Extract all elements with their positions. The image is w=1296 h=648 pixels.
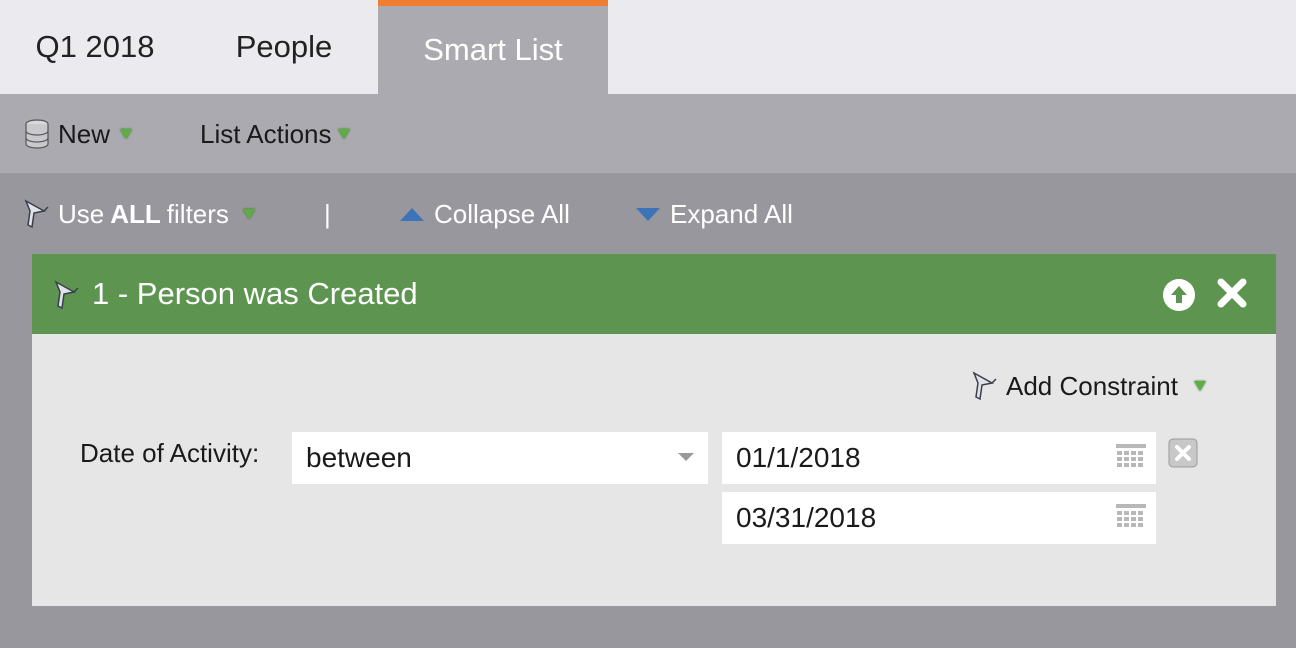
collapse-all-label: Collapse All [434, 198, 570, 229]
new-button-label: New [58, 118, 111, 149]
tab-q1-2018[interactable]: Q1 2018 [0, 0, 190, 94]
expand-all-button[interactable]: Expand All [636, 174, 793, 254]
expand-all-label: Expand All [670, 198, 793, 229]
chevron-down-icon [120, 129, 133, 139]
end-date-value: 03/31/2018 [736, 502, 877, 533]
tab-bar: Q1 2018 People Smart List [0, 0, 1296, 94]
database-icon [25, 119, 49, 149]
filter-card-header: 1 - Person was Created [32, 254, 1276, 334]
list-actions-label: List Actions [200, 118, 332, 149]
calendar-icon[interactable] [1116, 444, 1146, 472]
list-actions-button[interactable]: List Actions [200, 94, 350, 174]
end-date-input[interactable]: 03/31/2018 [722, 492, 1156, 544]
operator-select[interactable]: between [292, 432, 708, 484]
start-date-input[interactable]: 01/1/2018 [722, 432, 1156, 484]
chevron-down-icon [678, 453, 694, 461]
start-date-value: 01/1/2018 [736, 442, 861, 473]
remove-constraint-icon[interactable] [1168, 438, 1198, 468]
funnel-icon [972, 371, 997, 401]
new-button[interactable]: New [24, 94, 133, 174]
funnel-icon [54, 280, 79, 310]
close-icon[interactable] [1215, 276, 1249, 310]
date-of-activity-label: Date of Activity: [80, 438, 260, 468]
tab-smart-list[interactable]: Smart List [378, 0, 608, 94]
use-label: Use [58, 198, 105, 229]
funnel-icon [24, 199, 49, 229]
chevron-down-icon [242, 209, 255, 219]
arrow-up-circle-icon[interactable] [1163, 279, 1195, 311]
calendar-icon[interactable] [1116, 504, 1146, 532]
filters-label: filters [166, 198, 229, 229]
add-constraint-label: Add Constraint [1006, 370, 1178, 401]
filter-card: 1 - Person was Created Add Constraint Da… [32, 254, 1276, 606]
filter-title: 1 - Person was Created [92, 276, 418, 311]
triangle-up-icon [400, 207, 424, 221]
toolbar: New List Actions [0, 94, 1296, 174]
filter-bar: Use ALL filters | Collapse All Expand Al… [0, 174, 1296, 254]
use-all-filters-dropdown[interactable]: Use ALL filters [22, 174, 255, 254]
operator-value: between [306, 442, 412, 473]
separator: | [324, 198, 331, 229]
chevron-down-icon [337, 129, 350, 139]
chevron-down-icon [1193, 381, 1206, 391]
collapse-all-button[interactable]: Collapse All [400, 174, 570, 254]
add-constraint-button[interactable]: Add Constraint [970, 366, 1206, 406]
tab-people[interactable]: People [190, 0, 378, 94]
triangle-down-icon [636, 207, 660, 221]
use-all-bold: ALL [110, 198, 161, 229]
